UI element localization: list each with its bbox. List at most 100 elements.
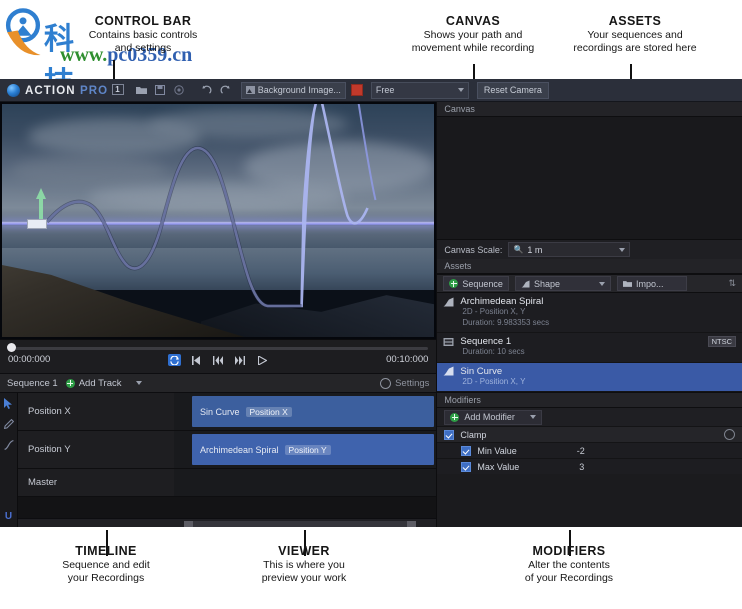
modifier-enabled-checkbox[interactable] xyxy=(444,429,455,440)
background-image-field[interactable]: Background Image... xyxy=(240,81,346,99)
scrubber-track[interactable] xyxy=(8,347,429,350)
clip-label: Archimedean Spiral xyxy=(200,444,279,455)
modifier-max-row[interactable]: Max Value 3 xyxy=(437,458,742,474)
timeline-clip[interactable]: Archimedean Spiral Position Y xyxy=(192,434,435,465)
sequence-name-label: Sequence 1 xyxy=(7,377,58,389)
scrollbar-right-handle[interactable] xyxy=(407,520,417,527)
asset-duration: Duration: 9.983353 secs xyxy=(462,317,550,327)
viewer-panel[interactable] xyxy=(0,102,437,339)
table-row[interactable]: Position X Sin Curve Position X xyxy=(18,393,437,431)
pen-tool-icon[interactable] xyxy=(3,418,15,430)
callout-assets-desc: Your sequences and recordings are stored… xyxy=(573,29,697,54)
clip-label: Sin Curve xyxy=(200,406,240,417)
canvas-scale-value: 1 m xyxy=(527,244,543,255)
curve-tool-icon[interactable] xyxy=(3,439,15,451)
sort-icon[interactable]: ⇅ xyxy=(728,278,736,289)
viewer-canvas[interactable] xyxy=(2,104,435,337)
callout-modifiers: MODIFIERS Alter the contents of your Rec… xyxy=(478,544,660,584)
timeline-clip[interactable]: Sin Curve Position X xyxy=(192,396,435,427)
play-icon[interactable] xyxy=(256,354,269,366)
chevron-down-icon xyxy=(457,88,464,92)
track-name: Master xyxy=(18,469,174,496)
reset-camera-label: Reset Camera xyxy=(483,85,542,95)
scrubber-handle[interactable] xyxy=(7,343,16,352)
import-label: Impo... xyxy=(635,278,664,289)
modifier-remove-icon[interactable] xyxy=(724,429,735,440)
background-image-value: Background Image... xyxy=(257,85,341,95)
modifier-clamp-row[interactable]: Clamp xyxy=(437,426,742,442)
canvas-panel-area[interactable] xyxy=(437,117,742,239)
min-value-checkbox[interactable] xyxy=(461,445,472,456)
status-badge: NTSC xyxy=(707,336,736,347)
clear-background-button[interactable] xyxy=(350,84,363,96)
add-track-label: Add Track xyxy=(78,377,122,389)
max-value-checkbox[interactable] xyxy=(461,461,472,472)
list-item[interactable]: Archimedean Spiral 2D - Position X, Y Du… xyxy=(437,293,742,333)
table-row[interactable]: Master xyxy=(18,469,437,497)
app-brand: ACTION PRO 1 xyxy=(25,83,124,97)
select-tool-icon[interactable] xyxy=(3,397,15,409)
loop-icon[interactable] xyxy=(167,354,181,366)
add-sequence-label: Sequence xyxy=(462,278,503,289)
track-lane[interactable]: Archimedean Spiral Position Y xyxy=(174,431,437,468)
step-forward-icon[interactable] xyxy=(234,354,247,366)
scrollbar-thumb[interactable] xyxy=(184,520,417,527)
track-lane[interactable]: Sin Curve Position X xyxy=(174,393,437,430)
table-row[interactable]: Position Y Archimedean Spiral Position Y xyxy=(18,431,437,469)
app-logo-icon xyxy=(7,83,20,97)
add-shape-button[interactable]: Shape xyxy=(514,276,611,291)
settings-label: Settings xyxy=(395,377,430,389)
canvas-scale-label: Canvas Scale: xyxy=(444,244,503,255)
add-modifier-button[interactable]: Add Modifier xyxy=(444,409,543,425)
callout-modifiers-desc: Alter the contents of your Recordings xyxy=(524,559,614,584)
asset-duration: Duration: 10 secs xyxy=(462,347,525,356)
asset-subtitle: 2D - Position X, Y xyxy=(462,376,526,386)
main-body: 00:00:000 00:10:000 Sequence 1 Add Track… xyxy=(0,102,742,527)
recording-start-marker[interactable] xyxy=(27,219,47,229)
max-value-field[interactable]: 3 xyxy=(579,462,584,472)
plus-icon xyxy=(450,412,460,422)
folder-icon[interactable] xyxy=(134,83,149,98)
callout-viewer: VIEWER This is where you preview your wo… xyxy=(214,544,394,584)
add-sequence-button[interactable]: Sequence xyxy=(443,276,509,291)
camera-mode-select[interactable]: Free xyxy=(370,81,469,99)
motion-path-curve xyxy=(45,104,377,308)
image-icon xyxy=(245,86,255,94)
asset-subtitle: 2D - Position X, Y xyxy=(462,307,526,316)
shape-icon xyxy=(521,280,530,287)
track-rows: Position X Sin Curve Position X Position… xyxy=(18,393,437,527)
undo-icon[interactable] xyxy=(199,83,214,98)
canvas-panel-header: Canvas xyxy=(437,102,742,117)
plus-icon xyxy=(65,378,75,388)
list-item[interactable]: Sequence 1 NTSC Duration: 10 secs xyxy=(437,333,742,363)
list-item[interactable]: Sin Curve 2D - Position X, Y xyxy=(437,362,742,392)
step-back-icon[interactable] xyxy=(212,354,225,366)
skip-start-icon[interactable] xyxy=(190,354,203,366)
settings-button[interactable]: Settings xyxy=(380,377,430,389)
camera-mode-value: Free xyxy=(375,85,395,95)
record-icon[interactable] xyxy=(172,83,187,98)
min-value-field[interactable]: -2 xyxy=(577,446,585,456)
u-tool-icon[interactable]: U xyxy=(3,510,15,522)
scrollbar-left-handle[interactable] xyxy=(184,520,193,527)
save-icon[interactable] xyxy=(153,83,168,98)
import-button[interactable]: Impo... xyxy=(616,276,687,291)
reset-camera-button[interactable]: Reset Camera xyxy=(476,81,549,99)
add-modifier-label: Add Modifier xyxy=(464,412,515,422)
callout-timeline-title: TIMELINE xyxy=(75,544,137,558)
canvas-scale-select[interactable]: 🔍 1 m xyxy=(508,242,631,257)
time-scrubber-bar[interactable]: 00:00:000 00:10:000 xyxy=(0,339,437,373)
application-window: ACTION PRO 1 Background Image... Free Res… xyxy=(0,79,742,527)
clip-pill: Position X xyxy=(245,406,292,417)
callout-assets: ASSETS Your sequences and recordings are… xyxy=(540,14,730,54)
timeline-horizontal-scrollbar[interactable] xyxy=(18,518,437,527)
modifiers-empty-area xyxy=(437,474,742,527)
sequence-toolbar: Sequence 1 Add Track Settings xyxy=(0,373,437,393)
add-track-button[interactable]: Add Track xyxy=(65,377,142,389)
track-lane[interactable] xyxy=(174,469,437,496)
asset-title: Sin Curve xyxy=(460,365,503,377)
redo-icon[interactable] xyxy=(218,83,233,98)
shape-icon xyxy=(443,366,454,376)
modifier-min-row[interactable]: Min Value -2 xyxy=(437,442,742,458)
folder-icon xyxy=(622,280,632,287)
